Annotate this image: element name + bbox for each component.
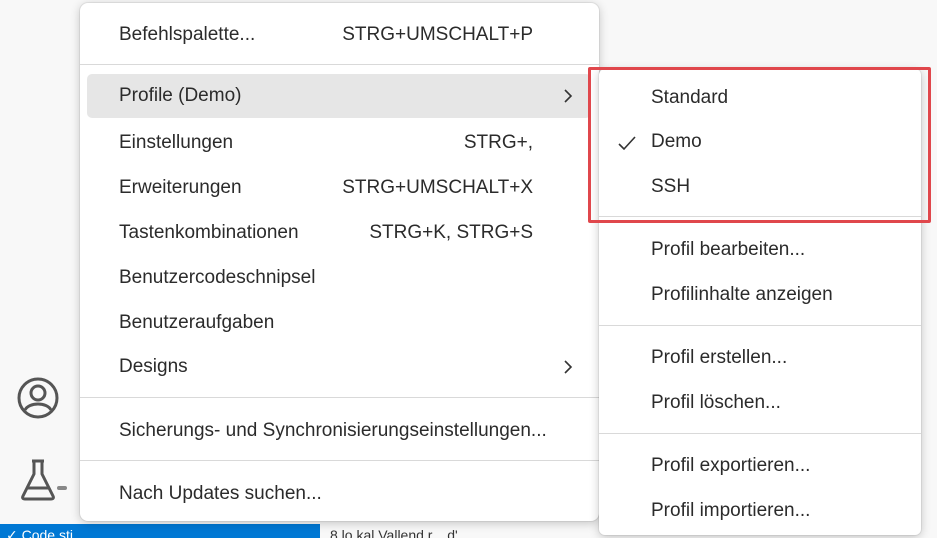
profile-item-standard[interactable]: Standard bbox=[599, 78, 921, 118]
manage-menu: Befehlspalette... STRG+UMSCHALT+P Profil… bbox=[80, 3, 599, 521]
menu-item-extensions[interactable]: Erweiterungen STRG+UMSCHALT+X bbox=[87, 166, 591, 210]
menu-item-user-snippets[interactable]: Benutzercodeschnipsel bbox=[87, 256, 591, 300]
submenu-item-label: Profil bearbeiten... bbox=[651, 239, 806, 260]
checkmark-icon bbox=[617, 134, 637, 152]
submenu-separator bbox=[599, 216, 921, 217]
submenu-separator bbox=[599, 325, 921, 326]
profile-label: SSH bbox=[651, 176, 691, 197]
profile-item-demo[interactable]: Demo bbox=[599, 122, 921, 162]
menu-item-shortcut: STRG+UMSCHALT+P bbox=[342, 24, 533, 45]
menu-item-keyboard-shortcuts[interactable]: Tastenkombinationen STRG+K, STRG+S bbox=[87, 211, 591, 255]
menu-item-shortcut: STRG+K, STRG+S bbox=[369, 222, 533, 243]
menu-item-label: Tastenkombinationen bbox=[119, 222, 299, 243]
profiles-submenu: Standard Demo SSH Profil bearbeiten... P… bbox=[599, 69, 921, 535]
menu-item-check-updates[interactable]: Nach Updates suchen... bbox=[87, 472, 591, 516]
menu-separator bbox=[80, 460, 599, 461]
menu-separator bbox=[80, 64, 599, 65]
menu-item-label: Einstellungen bbox=[119, 132, 234, 153]
submenu-item-delete-profile[interactable]: Profil löschen... bbox=[599, 383, 921, 423]
chevron-right-icon bbox=[561, 86, 575, 106]
chevron-right-icon bbox=[561, 357, 575, 377]
submenu-item-import-profile[interactable]: Profil importieren... bbox=[599, 491, 921, 531]
submenu-item-show-profile-contents[interactable]: Profilinhalte anzeigen bbox=[599, 275, 921, 315]
menu-item-themes[interactable]: Designs bbox=[87, 345, 591, 389]
menu-item-shortcut: STRG+, bbox=[463, 132, 533, 153]
activity-bar bbox=[0, 0, 80, 524]
profile-item-ssh[interactable]: SSH bbox=[599, 167, 921, 207]
submenu-item-create-profile[interactable]: Profil erstellen... bbox=[599, 338, 921, 378]
profile-label: Standard bbox=[651, 87, 729, 108]
menu-item-settings[interactable]: Einstellungen STRG+, bbox=[87, 121, 591, 165]
menu-separator bbox=[80, 397, 599, 398]
menu-item-label: Benutzercodeschnipsel bbox=[119, 267, 316, 288]
menu-item-label: Profile (Demo) bbox=[119, 85, 242, 106]
submenu-item-label: Profil löschen... bbox=[651, 392, 781, 413]
menu-item-label: Befehlspalette... bbox=[119, 24, 256, 45]
menu-item-label: Sicherungs- und Synchronisierungseinstel… bbox=[119, 420, 547, 441]
menu-item-label: Nach Updates suchen... bbox=[119, 483, 322, 504]
submenu-item-label: Profilinhalte anzeigen bbox=[651, 284, 833, 305]
status-bar-item[interactable]: 8 lo kal Vallend r... d' bbox=[330, 524, 458, 538]
account-icon[interactable] bbox=[14, 374, 62, 422]
testing-flask-icon[interactable] bbox=[14, 456, 67, 504]
menu-item-profiles[interactable]: Profile (Demo) bbox=[87, 74, 591, 118]
menu-item-user-tasks[interactable]: Benutzeraufgaben bbox=[87, 301, 591, 345]
submenu-item-label: Profil exportieren... bbox=[651, 455, 811, 476]
menu-item-backup-sync[interactable]: Sicherungs- und Synchronisierungseinstel… bbox=[87, 409, 591, 453]
submenu-separator bbox=[599, 433, 921, 434]
submenu-item-label: Profil erstellen... bbox=[651, 347, 788, 368]
status-bar-remote[interactable]: ✓ Code sti bbox=[0, 524, 320, 538]
submenu-item-label: Profil importieren... bbox=[651, 500, 811, 521]
menu-item-shortcut: STRG+UMSCHALT+X bbox=[342, 177, 533, 198]
submenu-item-edit-profile[interactable]: Profil bearbeiten... bbox=[599, 230, 921, 270]
menu-item-label: Benutzeraufgaben bbox=[119, 312, 275, 333]
menu-item-command-palette[interactable]: Befehlspalette... STRG+UMSCHALT+P bbox=[87, 13, 591, 57]
profile-label: Demo bbox=[651, 131, 702, 152]
menu-item-label: Erweiterungen bbox=[119, 177, 242, 198]
submenu-item-export-profile[interactable]: Profil exportieren... bbox=[599, 446, 921, 486]
menu-item-label: Designs bbox=[119, 356, 188, 377]
